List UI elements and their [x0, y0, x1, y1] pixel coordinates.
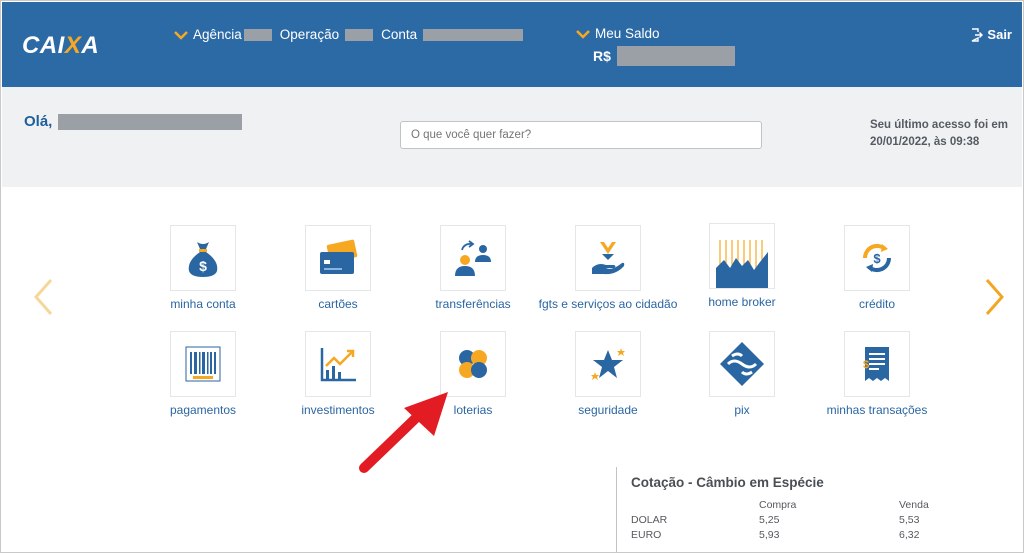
carousel-next-icon[interactable]	[983, 277, 1007, 317]
top-header: CAIXA Agência Operação Conta Meu Saldo R…	[2, 2, 1022, 87]
balance-currency: R$	[593, 48, 611, 64]
buy-value: 5,25	[759, 513, 780, 526]
menu-minhas-transacoes[interactable]: $ minhas transações	[807, 331, 947, 418]
table-header-row: Compra Venda	[631, 497, 979, 512]
search-input[interactable]	[400, 121, 762, 149]
sell-value: 6,32	[899, 528, 920, 541]
exchange-rate-table: Compra Venda DOLAR 5,25 5,53 EURO 5,93 6…	[631, 497, 979, 542]
operacao-label: Operação	[279, 27, 340, 42]
exchange-rate-title: Cotação - Câmbio em Espécie	[631, 475, 824, 490]
chevron-down-icon	[576, 29, 590, 39]
receipt-icon: $	[863, 347, 889, 381]
menu-tile-box	[709, 223, 775, 289]
svg-text:$: $	[873, 251, 881, 266]
greeting-text: Olá,	[24, 113, 53, 130]
menu-label: minha conta	[170, 297, 236, 311]
menu-credito[interactable]: $ crédito	[807, 225, 947, 312]
logout-button[interactable]: Sair	[970, 27, 1012, 42]
conta-label: Conta	[381, 27, 418, 42]
balance-label: Meu Saldo	[595, 26, 660, 41]
table-row: DOLAR 5,25 5,53	[631, 512, 979, 527]
balance-toggle[interactable]: Meu Saldo R$	[576, 26, 735, 66]
redacted-operacao	[345, 28, 374, 41]
menu-cartoes[interactable]: cartões	[268, 225, 408, 312]
money-bag-icon: $	[188, 242, 218, 277]
menu-pix[interactable]: pix	[672, 331, 812, 418]
menu-pagamentos[interactable]: pagamentos	[133, 331, 273, 418]
menu-label: home broker	[708, 295, 776, 309]
logout-label: Sair	[987, 27, 1012, 42]
caixa-logo[interactable]: CAIXA	[22, 32, 99, 60]
table-header-empty	[631, 497, 759, 512]
menu-tile-box	[709, 331, 775, 397]
credit-cycle-icon: $	[862, 243, 892, 273]
last-access-line1: Seu último acesso foi em	[869, 119, 1008, 131]
exchange-rate-panel: Cotação - Câmbio em Espécie Compra Venda…	[616, 467, 1023, 552]
star-icon	[591, 348, 625, 380]
menu-label: pix	[734, 403, 750, 417]
clover-icon	[459, 350, 487, 378]
menu-seguridade[interactable]: seguridade	[538, 331, 678, 418]
menu-label: transferências	[435, 297, 511, 311]
menu-label: minhas transações	[826, 403, 928, 417]
menu-home-broker[interactable]: home broker	[672, 223, 812, 310]
agencia-label: Agência	[193, 27, 242, 42]
logout-icon	[972, 27, 984, 42]
barcode-icon	[185, 346, 221, 382]
last-access-line2: 20/01/2022, às 09:38	[869, 136, 980, 148]
chevron-down-icon	[174, 30, 188, 40]
menu-tile-box: $	[844, 331, 910, 397]
greeting: Olá,	[24, 113, 243, 130]
growth-chart-icon	[320, 348, 356, 382]
menu-tile-box	[575, 331, 641, 397]
buy-value: 5,93	[759, 528, 780, 541]
menu-tile-box	[170, 331, 236, 397]
transfer-icon	[455, 240, 491, 276]
app-frame: CAIXA Agência Operação Conta Meu Saldo R…	[0, 0, 1024, 553]
sell-value: 5,53	[899, 513, 920, 526]
menu-transferencias[interactable]: transferências	[403, 225, 543, 312]
fgts-hand-icon	[592, 242, 625, 275]
menu-tile-box	[305, 225, 371, 291]
menu-label: seguridade	[578, 403, 638, 417]
menu-tile-box	[440, 225, 506, 291]
pix-icon	[720, 342, 764, 386]
greeting-band: Olá, Seu último acesso foi em 20/01/2022…	[2, 87, 1022, 187]
currency-name: DOLAR	[631, 513, 668, 526]
menu-label: pagamentos	[169, 403, 237, 417]
stock-chart-icon	[716, 240, 768, 288]
menu-label: crédito	[858, 297, 896, 311]
menu-minha-conta[interactable]: $ minha conta	[133, 225, 273, 312]
menu-tile-box	[575, 225, 641, 291]
table-header-sell: Venda	[899, 498, 929, 511]
red-arrow-annotation	[359, 392, 448, 473]
redacted-username	[58, 113, 243, 130]
svg-text:$: $	[199, 258, 207, 274]
redacted-balance	[616, 46, 735, 66]
menu-tile-box: $	[170, 225, 236, 291]
last-access-info: Seu último acesso foi em 20/01/2022, às …	[870, 117, 1008, 151]
redacted-agencia	[243, 28, 272, 41]
menu-label: fgts e serviços ao cidadão	[538, 297, 678, 311]
carousel-prev-icon[interactable]	[31, 277, 55, 317]
menu-tile-box: $	[844, 225, 910, 291]
account-selector[interactable]: Agência Operação Conta	[174, 27, 524, 42]
svg-text:$: $	[863, 359, 869, 371]
redacted-conta	[423, 28, 524, 41]
cards-icon	[320, 239, 358, 274]
table-row: EURO 5,93 6,32	[631, 527, 979, 542]
menu-label: cartões	[318, 297, 358, 311]
currency-name: EURO	[631, 528, 662, 541]
menu-fgts[interactable]: fgts e serviços ao cidadão	[538, 225, 678, 312]
table-header-buy: Compra	[759, 498, 797, 511]
